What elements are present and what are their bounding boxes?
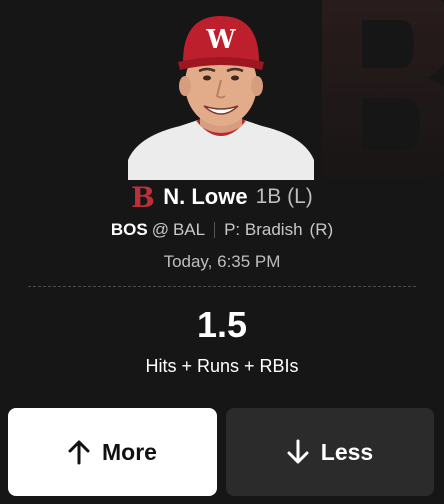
- less-button-label: Less: [320, 438, 374, 465]
- opposing-pitcher: P: Bradish: [224, 220, 303, 239]
- arrow-down-icon: [287, 439, 309, 464]
- at-separator: @: [151, 220, 169, 239]
- red-sox-logo-icon: B: [131, 182, 155, 212]
- less-button[interactable]: Less: [226, 408, 434, 496]
- dashed-divider: [28, 286, 416, 287]
- projection-card: W B N. Lowe 1B (L) BOS @ BAL P: Bradish …: [0, 0, 444, 504]
- more-button-label: More: [102, 438, 157, 465]
- more-button[interactable]: More: [8, 408, 217, 496]
- player-name: N. Lowe: [163, 184, 248, 209]
- opponent-team: BAL: [172, 220, 206, 239]
- projection-stat-label: Hits + Runs + RBIs: [145, 356, 299, 376]
- player-info-line: B N. Lowe 1B (L): [0, 182, 444, 212]
- team-logo-watermark: [322, 0, 444, 180]
- player-headshot: W: [128, 8, 314, 180]
- game-time: Today, 6:35 PM: [163, 252, 281, 271]
- matchup-divider: [214, 222, 216, 238]
- matchup-line: BOS @ BAL P: Bradish (R): [0, 220, 444, 240]
- svg-text:B: B: [131, 182, 155, 212]
- projection-line-value: 1.5: [196, 304, 248, 345]
- player-team: BOS: [110, 220, 148, 239]
- svg-text:W: W: [205, 25, 236, 55]
- arrow-up-icon: [68, 440, 90, 465]
- player-position: 1B (L): [255, 185, 313, 208]
- pitcher-hand: (R): [309, 220, 334, 239]
